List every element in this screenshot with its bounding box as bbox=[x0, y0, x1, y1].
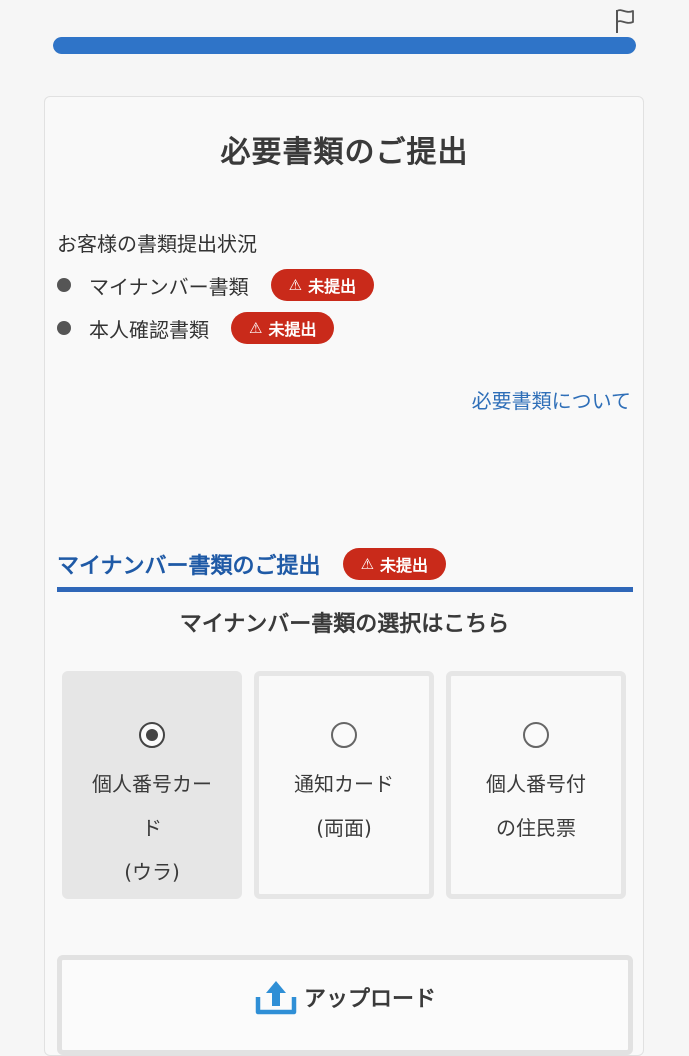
status-badge-label: 未提出 bbox=[308, 277, 357, 296]
select-heading: マイナンバー書類の選択はこちら bbox=[179, 612, 510, 637]
radio-unselected-icon[interactable] bbox=[523, 722, 549, 748]
warning-icon: ⚠ bbox=[288, 276, 303, 294]
upload-button-content: アップロード bbox=[62, 977, 628, 1017]
upload-icon bbox=[255, 981, 297, 1015]
status-heading: お客様の書類提出状況 bbox=[57, 232, 257, 256]
warning-icon: ⚠ bbox=[360, 555, 375, 573]
option-label: 個人番号カー ド (ウラ) bbox=[67, 762, 237, 894]
status-item-label: マイナンバー書類 bbox=[89, 274, 249, 299]
status-badge: ⚠ 未提出 bbox=[270, 269, 375, 301]
option-label-line: 通知カード bbox=[294, 772, 394, 796]
progress-bar bbox=[53, 37, 636, 54]
page-title: 必要書類のご提出 bbox=[220, 135, 469, 170]
upload-label: アップロード bbox=[303, 987, 436, 1012]
option-label: 通知カード (両面) bbox=[259, 762, 429, 850]
status-badge-label: 未提出 bbox=[268, 320, 317, 339]
status-item-mynumber: マイナンバー書類 ⚠ 未提出 bbox=[57, 268, 375, 302]
option-label-line: 個人番号カー bbox=[92, 772, 212, 796]
status-item-label: 本人確認書類 bbox=[89, 317, 209, 342]
section-title: マイナンバー書類のご提出 bbox=[57, 554, 321, 579]
flag-icon[interactable] bbox=[613, 8, 637, 34]
radio-selected-icon[interactable] bbox=[139, 722, 165, 748]
option-label-line: (両面) bbox=[316, 816, 372, 840]
bullet-icon bbox=[57, 278, 71, 292]
option-label-line: ド bbox=[142, 816, 162, 840]
status-badge: ⚠ 未提出 bbox=[231, 312, 335, 344]
radio-unselected-icon[interactable] bbox=[331, 722, 357, 748]
required-documents-link[interactable]: 必要書類について bbox=[472, 385, 631, 414]
mynumber-section-header: マイナンバー書類のご提出 ⚠ 未提出 bbox=[57, 541, 633, 592]
option-label-line: 個人番号付 bbox=[486, 772, 586, 796]
progress-fill bbox=[53, 37, 636, 54]
bullet-icon bbox=[57, 321, 71, 335]
option-resident-record[interactable]: 個人番号付 の住民票 bbox=[446, 671, 626, 899]
option-notification-card[interactable]: 通知カード (両面) bbox=[254, 671, 434, 899]
option-mynumber-card[interactable]: 個人番号カー ド (ウラ) bbox=[62, 671, 242, 899]
status-badge-label: 未提出 bbox=[380, 556, 429, 575]
option-label: 個人番号付 の住民票 bbox=[451, 762, 621, 850]
upload-button[interactable]: アップロード bbox=[57, 955, 633, 1055]
status-item-identity: 本人確認書類 ⚠ 未提出 bbox=[57, 311, 335, 345]
status-badge: ⚠ 未提出 bbox=[342, 548, 447, 580]
option-label-line: (ウラ) bbox=[124, 860, 180, 884]
option-label-line: の住民票 bbox=[496, 816, 576, 840]
warning-icon: ⚠ bbox=[249, 319, 263, 337]
